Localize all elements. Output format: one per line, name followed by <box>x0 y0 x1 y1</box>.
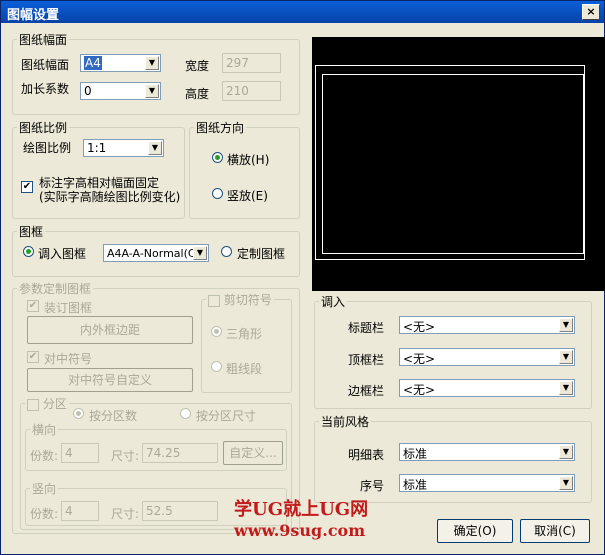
chevron-down-icon[interactable]: ▼ <box>193 246 207 260</box>
extend-factor-value: 0 <box>84 84 92 98</box>
extend-factor-label: 加长系数 <box>21 82 70 96</box>
drawing-scale-value: 1:1 <box>87 141 107 155</box>
load-legend: 调入 <box>321 295 346 309</box>
cut-mark-legend: 剪切符号 <box>206 291 274 308</box>
landscape-radio[interactable] <box>212 152 223 163</box>
zone-checkbox[interactable] <box>27 398 39 411</box>
v-count-label: 份数: <box>30 507 59 521</box>
sequence-value: 标准 <box>403 478 428 492</box>
drawing-scale-select[interactable]: 1:1 ▼ <box>83 139 164 157</box>
center-mark-custom-button[interactable]: 对中符号自定义 <box>27 368 193 392</box>
cancel-button[interactable]: 取消(C) <box>520 519 590 543</box>
custom-frame-radio[interactable] <box>221 246 232 257</box>
side-bar-value: <无> <box>403 383 436 397</box>
sequence-select[interactable]: 标准 ▼ <box>399 474 575 492</box>
frame-value: A4A-A-Normal(CH <box>107 247 204 260</box>
detail-table-value: 标准 <box>403 447 428 461</box>
side-bar-select[interactable]: <无> ▼ <box>399 379 575 397</box>
title-bar[interactable]: 图幅设置 × <box>1 1 604 23</box>
h-count-field[interactable]: 4 <box>61 443 99 463</box>
cut-mark-checkbox[interactable] <box>208 294 220 307</box>
chevron-down-icon[interactable]: ▼ <box>559 381 573 395</box>
paper-size-value: A4 <box>84 56 102 70</box>
h-size-label: 尺寸: <box>111 449 140 463</box>
close-button[interactable]: × <box>582 4 600 20</box>
binding-frame-label: 装订图框 <box>44 301 93 315</box>
horizontal-legend: 横向 <box>32 423 57 437</box>
side-bar-label: 边框栏 <box>348 384 385 398</box>
extend-factor-select[interactable]: 0 ▼ <box>80 82 161 100</box>
h-count-label: 份数: <box>30 449 59 463</box>
orientation-group: 图纸方向 <box>189 119 300 219</box>
height-label: 高度 <box>185 87 210 101</box>
title-bar-value: <无> <box>403 320 436 334</box>
chevron-down-icon[interactable]: ▼ <box>145 84 159 98</box>
by-zone-count-radio[interactable] <box>73 408 84 419</box>
binding-frame-checkbox[interactable]: ✔ <box>27 300 39 312</box>
h-size-field[interactable]: 74.25 <box>142 443 218 463</box>
paper-size-legend: 图纸幅面 <box>19 33 68 47</box>
cut-mark-group: 剪切符号 <box>201 291 292 393</box>
custom-frame-label[interactable]: 定制图框 <box>237 245 285 262</box>
orientation-legend: 图纸方向 <box>196 121 245 135</box>
custom-frame-legend: 参数定制图框 <box>19 282 92 296</box>
landscape-label[interactable]: 横放(H) <box>227 151 269 168</box>
chevron-down-icon[interactable]: ▼ <box>559 350 573 364</box>
load-frame-radio[interactable] <box>23 246 34 257</box>
frame-select[interactable]: A4A-A-Normal(CH ▼ <box>103 244 209 262</box>
fix-text-height-checkbox[interactable]: ✔ <box>21 181 33 193</box>
portrait-label[interactable]: 竖放(E) <box>227 187 268 204</box>
load-frame-label[interactable]: 调入图框 <box>38 245 86 262</box>
frame-preview <box>312 37 605 291</box>
cut-mark-label: 剪切符号 <box>223 293 272 307</box>
ok-button[interactable]: 确定(O) <box>437 519 513 543</box>
detail-table-label: 明细表 <box>348 448 385 462</box>
paper-size-select[interactable]: A4 ▼ <box>80 54 161 72</box>
chevron-down-icon[interactable]: ▼ <box>559 476 573 490</box>
chevron-down-icon[interactable]: ▼ <box>145 56 159 70</box>
zone-custom-button[interactable]: 自定义... <box>223 441 283 465</box>
chevron-down-icon[interactable]: ▼ <box>559 445 573 459</box>
by-zone-size-radio[interactable] <box>180 408 191 419</box>
paper-size-group: 图纸幅面 <box>12 31 300 115</box>
width-label: 宽度 <box>185 59 210 73</box>
chevron-down-icon[interactable]: ▼ <box>148 141 162 155</box>
chevron-down-icon[interactable]: ▼ <box>559 318 573 332</box>
watermark-slogan: 学UG就上UG网 <box>234 499 369 520</box>
v-count-field[interactable]: 4 <box>61 501 99 521</box>
paper-size-label: 图纸幅面 <box>21 58 70 72</box>
paper-scale-legend: 图纸比例 <box>19 121 68 135</box>
title-bar-select[interactable]: <无> ▼ <box>399 316 575 334</box>
fix-text-height-note: (实际字高随绘图比例变化) <box>39 190 181 204</box>
triangle-label: 三角形 <box>226 327 263 341</box>
v-size-field[interactable]: 52.5 <box>142 501 218 521</box>
triangle-radio[interactable] <box>211 326 222 337</box>
center-mark-label: 对中符号 <box>44 352 93 366</box>
page-setup-dialog: 图幅设置 × 图纸幅面 图纸幅面 A4 ▼ 加长系数 0 ▼ 宽度 297 高度… <box>0 0 605 555</box>
frame-legend: 图框 <box>19 225 44 239</box>
portrait-radio[interactable] <box>212 188 223 199</box>
watermark-url: www.9sug.com <box>234 521 366 540</box>
title-bar-label: 标题栏 <box>348 321 385 335</box>
sequence-label: 序号 <box>360 479 385 493</box>
height-field[interactable]: 210 <box>222 81 281 101</box>
width-field[interactable]: 297 <box>222 53 281 73</box>
top-bar-value: <无> <box>403 352 436 366</box>
top-bar-select[interactable]: <无> ▼ <box>399 348 575 366</box>
thick-line-radio[interactable] <box>211 361 222 372</box>
style-legend: 当前风格 <box>321 415 370 429</box>
top-bar-label: 顶框栏 <box>348 353 385 367</box>
center-mark-checkbox[interactable]: ✔ <box>27 351 39 363</box>
v-size-label: 尺寸: <box>111 507 140 521</box>
drawing-scale-label: 绘图比例 <box>23 141 72 155</box>
zone-legend: 分区 <box>25 395 69 412</box>
vertical-legend: 竖向 <box>32 482 57 496</box>
zone-label: 分区 <box>42 397 67 411</box>
detail-table-select[interactable]: 标准 ▼ <box>399 443 575 461</box>
thick-line-label: 粗线段 <box>226 362 263 376</box>
preview-inner-border <box>322 74 584 254</box>
inner-outer-margin-button[interactable]: 内外框边距 <box>27 316 193 344</box>
dialog-title: 图幅设置 <box>7 8 60 23</box>
